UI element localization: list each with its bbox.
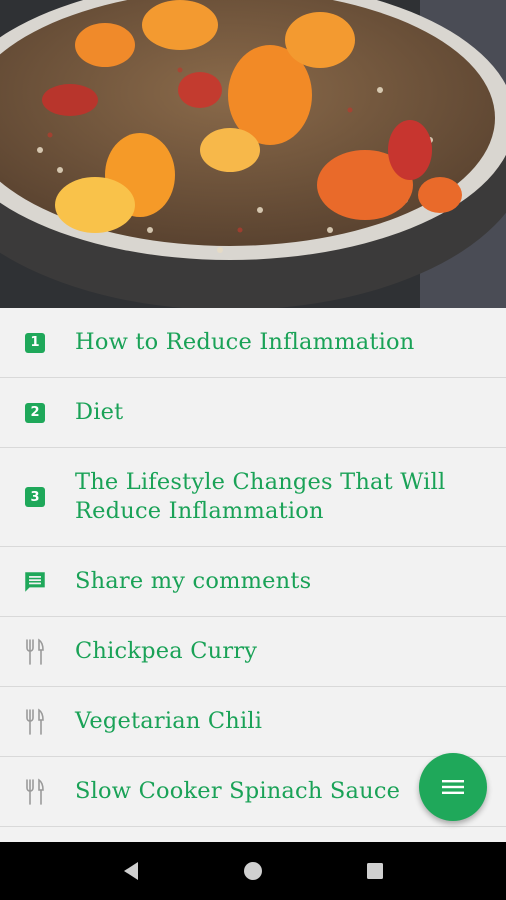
menu-item-chickpea-curry[interactable]: Chickpea Curry bbox=[0, 617, 506, 687]
fork-knife-icon bbox=[0, 708, 75, 736]
fork-knife-icon bbox=[0, 778, 75, 806]
menu-list: 1 How to Reduce Inflammation 2 Diet 3 Th… bbox=[0, 308, 506, 827]
comment-icon bbox=[0, 569, 75, 595]
menu-item-label: The Lifestyle Changes That Will Reduce I… bbox=[75, 469, 446, 524]
menu-item-label: Slow Cooker Spinach Sauce bbox=[75, 778, 401, 804]
menu-item-label: Diet bbox=[75, 399, 124, 425]
menu-item-label: How to Reduce Inflammation bbox=[75, 329, 415, 355]
number-badge-icon: 2 bbox=[0, 402, 75, 423]
number-badge-icon: 1 bbox=[0, 332, 75, 353]
fork-knife-icon bbox=[0, 638, 75, 666]
menu-item-label: Share my comments bbox=[75, 568, 312, 594]
menu-item-vegetarian-chili[interactable]: Vegetarian Chili bbox=[0, 687, 506, 757]
back-icon bbox=[124, 862, 138, 880]
menu-item-diet[interactable]: 2 Diet bbox=[0, 378, 506, 448]
home-icon bbox=[244, 862, 262, 880]
menu-icon bbox=[442, 780, 464, 794]
menu-item-label: Vegetarian Chili bbox=[75, 708, 263, 734]
system-nav-bar bbox=[0, 842, 506, 900]
menu-item-label: Chickpea Curry bbox=[75, 638, 258, 664]
home-button[interactable] bbox=[233, 851, 273, 891]
recents-button[interactable] bbox=[355, 851, 395, 891]
menu-item-how-to-reduce-inflammation[interactable]: 1 How to Reduce Inflammation bbox=[0, 308, 506, 378]
menu-item-lifestyle-changes[interactable]: 3 The Lifestyle Changes That Will Reduce… bbox=[0, 448, 506, 547]
number-badge-icon: 3 bbox=[0, 487, 75, 507]
menu-item-share-comments[interactable]: Share my comments bbox=[0, 547, 506, 617]
hero-image bbox=[0, 0, 506, 308]
back-button[interactable] bbox=[111, 851, 151, 891]
menu-fab-button[interactable] bbox=[419, 753, 487, 821]
recents-icon bbox=[367, 863, 383, 879]
